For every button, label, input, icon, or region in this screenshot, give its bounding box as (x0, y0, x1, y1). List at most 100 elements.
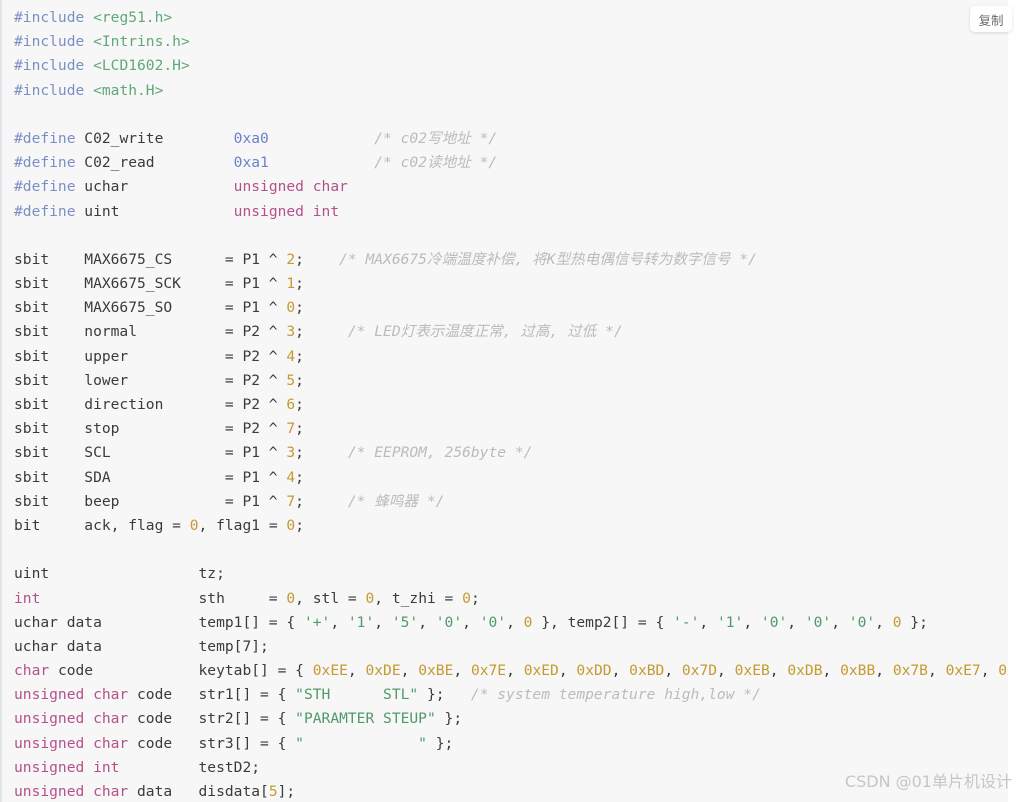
code-token-numb: 0xa0 (233, 129, 269, 147)
code-token-num: 0x7D (681, 662, 718, 680)
code-token-pln: ; (295, 444, 348, 462)
code-token-pln: ; (295, 420, 304, 438)
code-token-str: '0' (804, 613, 832, 631)
code-token-pln: ; (295, 275, 304, 293)
code-token-num: 0xD (998, 662, 1008, 680)
code-token-cmt: /* MAX6675冷端温度补偿, 将K型热电偶信号转为数字信号 */ (339, 250, 757, 268)
code-token-pln: data disdata[ (128, 783, 269, 800)
code-token-str: '0' (435, 613, 463, 631)
code-token-pln (269, 154, 374, 171)
code-token-num: 0xE7 (945, 662, 981, 680)
code-token-kw: unsigned char (233, 178, 348, 196)
code-token-pln: , (506, 613, 524, 631)
code-token-pln: sbit MAX6675_CS = P1 ^ (14, 250, 287, 268)
code-token-pre: #include (14, 33, 85, 51)
code-token-pln: , (347, 662, 366, 680)
code-token-pln: , stl = (295, 589, 366, 607)
code-token-num: 5 (286, 371, 296, 389)
code-token-num: 0xDB (787, 662, 823, 680)
code-token-cmt: /* EEPROM, 256byte */ (347, 444, 533, 462)
code-token-pln: ; (295, 347, 304, 365)
code-token-pln: , (787, 613, 805, 631)
code-line: sbit MAX6675_CS = P1 ^ 2; /* MAX6675冷端温度… (14, 248, 1008, 272)
code-line: sbit beep = P1 ^ 7; /* 蜂鸣器 */ (14, 490, 1008, 514)
code-token-num: 4 (286, 468, 296, 486)
code-line: sbit SCL = P1 ^ 3; /* EEPROM, 256byte */ (14, 441, 1008, 465)
code-token-num: 0xBE (418, 662, 454, 680)
code-token-kw: unsigned int (14, 758, 120, 776)
code-line: sbit stop = P2 ^ 7; (14, 417, 1008, 441)
code-line: char code keytab[] = { 0xEE, 0xDE, 0xBE,… (14, 659, 1008, 683)
code-token-pln: uint (75, 202, 234, 220)
code-token-pln: , (374, 613, 392, 631)
code-token-pln: sbit beep = P1 ^ (14, 492, 287, 510)
code-line: sbit MAX6675_SCK = P1 ^ 1; (14, 272, 1008, 296)
code-token-str: " " (295, 734, 427, 752)
code-token-pln: , (822, 662, 841, 680)
code-token-num: 0xEE (312, 662, 348, 680)
code-token-pln: uint tz; (14, 565, 225, 583)
code-token-pln: ; (295, 250, 340, 268)
code-token-pln: sth = (40, 589, 287, 607)
code-token-num: 0x7B (892, 662, 928, 680)
code-line: unsigned char code str3[] = { " " }; (14, 732, 1008, 756)
code-token-pln: sbit SCL = P1 ^ (14, 444, 287, 462)
code-line: sbit lower = P2 ^ 5; (14, 369, 1008, 393)
watermark-label: CSDN @01单片机设计 (844, 772, 1012, 791)
code-token-pln: }; (426, 734, 454, 752)
code-token-pre: #include (14, 81, 85, 99)
code-token-numb: 0xa1 (233, 154, 269, 172)
code-token-pln: sbit normal = P2 ^ (14, 323, 287, 341)
code-line: #include <reg51.h> (14, 6, 1008, 30)
code-line: #define C02_read 0xa1 /* c02读地址 */ (14, 151, 1008, 175)
code-token-str: '0' (479, 613, 507, 631)
code-token-str: "PARAMTER STEUP" (295, 710, 436, 728)
code-token-pln: bit ack, flag = (14, 516, 190, 534)
code-token-pln: ; (295, 492, 348, 510)
code-token-pln: uchar (75, 178, 234, 196)
code-line: unsigned char code str1[] = { "STH STL" … (14, 683, 1008, 707)
code-line: #define C02_write 0xa0 /* c02写地址 */ (14, 127, 1008, 151)
code-token-num: 0 (189, 516, 199, 534)
code-token-hdr: <reg51.h> (93, 9, 173, 26)
code-token-kw: int (14, 589, 41, 607)
code-token-num: 3 (286, 323, 296, 341)
code-line: sbit MAX6675_SO = P1 ^ 0; (14, 296, 1008, 320)
code-token-pln (84, 33, 93, 50)
code-token-pln: ; (295, 396, 304, 413)
code-line: int sth = 0, stl = 0, t_zhi = 0; (14, 587, 1008, 611)
code-token-pln: code keytab[] = { (49, 662, 313, 680)
code-block: #include <reg51.h> #include <Intrins.h> #i… (0, 0, 1008, 802)
code-token-cmt: /* system temperature high,low */ (470, 686, 761, 704)
code-token-pln: ; (470, 589, 480, 607)
code-token-num: 0xBB (840, 662, 876, 680)
code-token-str: '1' (347, 613, 375, 631)
code-token-pln: , (769, 662, 788, 680)
code-token-kw: unsigned char (14, 783, 129, 800)
code-line: bit ack, flag = 0, flag1 = 0; (14, 514, 1008, 538)
code-token-str: '+' (303, 613, 331, 631)
code-token-pln: }; (901, 613, 928, 631)
code-token-num: 5 (268, 783, 278, 800)
code-token-pln: sbit SDA = P1 ^ (14, 468, 287, 486)
code-content[interactable]: #include <reg51.h> #include <Intrins.h> #i… (2, 0, 1008, 802)
code-token-pln: code str3[] = { (128, 734, 296, 752)
code-line: sbit SDA = P1 ^ 4; (14, 466, 1008, 490)
code-line: #define uchar unsigned char (14, 175, 1008, 199)
code-token-cmt: /* c02读地址 */ (374, 154, 498, 172)
code-token-pln: sbit MAX6675_SCK = P1 ^ (14, 275, 287, 293)
code-token-str: '1' (716, 613, 744, 631)
code-token-pln: , (717, 662, 735, 680)
code-token-pre: #define (14, 154, 76, 172)
code-token-pln: C02_read (75, 154, 234, 172)
code-token-pln: ; (295, 371, 304, 389)
code-token-num: 0 (286, 589, 296, 607)
code-token-kw: unsigned int (233, 202, 340, 220)
code-token-str: '5' (391, 613, 419, 631)
copy-button[interactable]: 复制 (970, 6, 1012, 32)
code-token-str: "STH STL" (295, 686, 419, 704)
code-token-pre: #define (14, 129, 76, 147)
code-token-cmt: /* LED灯表示温度正常, 过高, 过低 */ (347, 323, 623, 341)
code-line: unsigned char code str2[] = { "PARAMTER … (14, 707, 1008, 731)
